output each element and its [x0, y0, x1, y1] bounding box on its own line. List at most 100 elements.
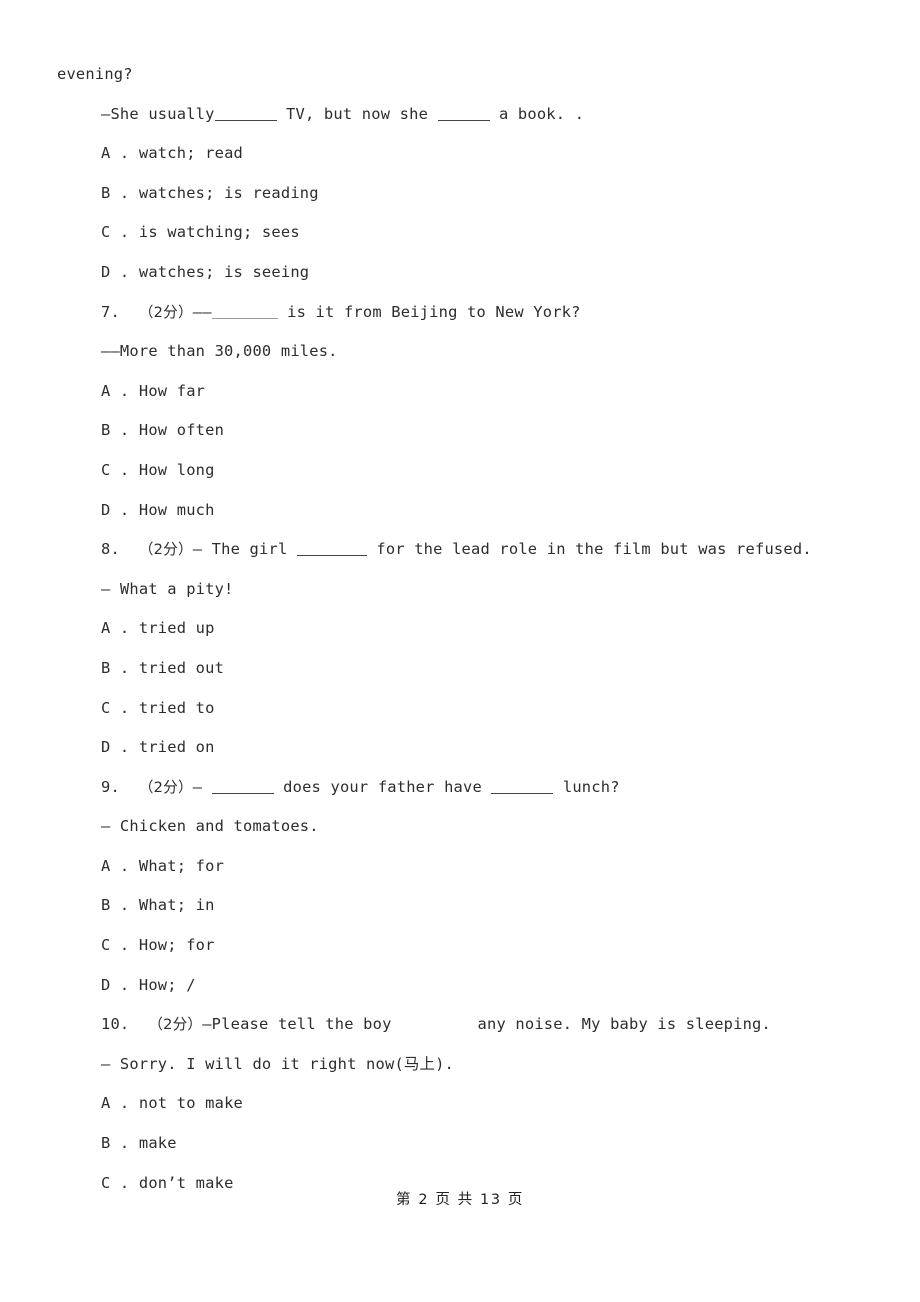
blank-field[interactable] [491, 778, 554, 794]
option-text: tried up [138, 619, 215, 638]
carryover-answer-mid: TV, but now she [276, 104, 438, 123]
option-separator: . [110, 896, 139, 915]
option-text: make [138, 1134, 177, 1153]
option-row[interactable]: A . watch; read [57, 134, 863, 174]
page-footer: 第 2 页 共 13 页 [0, 1188, 920, 1209]
exam-page: evening? —She usually TV, but now she a … [0, 0, 920, 1302]
option-text: How; / [138, 975, 196, 994]
option-row[interactable]: B . make [57, 1124, 863, 1164]
option-row[interactable]: D . How much [57, 491, 863, 531]
option-separator: . [110, 1094, 139, 1113]
question-stem-post: any noise. My baby is sleeping. [477, 1015, 771, 1034]
question-number: 7. [101, 302, 120, 321]
question-score: （2分） [148, 1016, 203, 1034]
option-row[interactable]: D . tried on [57, 728, 863, 768]
carryover-answer-line: —She usually TV, but now she a book. . [57, 95, 863, 135]
option-separator: . [110, 658, 139, 677]
answer-line-text: — Chicken and tomatoes. [101, 817, 319, 836]
option-text: watches; is reading [138, 183, 319, 202]
blank-field[interactable] [392, 1017, 478, 1032]
answer-line-text: — What a pity! [101, 579, 234, 598]
question-number: 10. [101, 1015, 130, 1034]
option-row[interactable]: B . How often [57, 411, 863, 451]
option-row[interactable]: B . What; in [57, 886, 863, 926]
question-stem-7: 7. （2分）—— is it from Beijing to New York… [57, 293, 863, 333]
option-row[interactable]: C . How long [57, 451, 863, 491]
option-text: is watching; sees [138, 223, 300, 242]
answer-line-text: — Sorry. I will do it right now(马上). [101, 1054, 455, 1073]
carryover-answer-pre: —She usually [101, 104, 215, 123]
option-separator: . [110, 183, 139, 202]
question-stem-pre: —— [192, 302, 212, 321]
question-answer-line-9: — Chicken and tomatoes. [57, 807, 863, 847]
option-row[interactable]: A . What; for [57, 847, 863, 887]
question-stem-mid: does your father have [273, 777, 492, 796]
blank-field[interactable] [211, 778, 274, 794]
blank-field[interactable] [437, 105, 490, 121]
page-number-label: 第 2 页 共 13 页 [396, 1192, 524, 1208]
question-stem-post: for the lead role in the film but was re… [366, 540, 812, 559]
carryover-answer-post: a book. . [489, 104, 585, 123]
question-number: 9. [101, 777, 120, 796]
question-stem-9: 9. （2分）— does your father have lunch? [57, 768, 863, 808]
option-row[interactable]: C . is watching; sees [57, 213, 863, 253]
question-stem-post: lunch? [553, 777, 620, 796]
option-separator: . [110, 936, 139, 955]
option-row[interactable]: C . tried to [57, 689, 863, 729]
option-separator: . [110, 975, 139, 994]
option-row[interactable]: A . not to make [57, 1084, 863, 1124]
option-row[interactable]: A . tried up [57, 609, 863, 649]
option-text: What; in [138, 896, 215, 915]
question-number: 8. [101, 540, 120, 559]
question-stem-pre: —Please tell the boy [202, 1015, 392, 1034]
question-stem-post: is it from Beijing to New York? [277, 302, 581, 321]
question-answer-line-7: ——More than 30,000 miles. [57, 332, 863, 372]
option-separator: . [110, 262, 139, 281]
question-stem-pre: — The girl [192, 540, 297, 559]
option-row[interactable]: B . watches; is reading [57, 174, 863, 214]
option-row[interactable]: A . How far [57, 372, 863, 412]
question-stem-8: 8. （2分）— The girl for the lead role in t… [57, 530, 863, 570]
option-text: tried out [138, 658, 225, 677]
option-text: tried on [138, 738, 215, 757]
option-text: What; for [138, 856, 225, 875]
question-score: （2分） [138, 778, 193, 796]
option-text: watch; read [138, 144, 244, 163]
option-text: How long [138, 460, 215, 479]
question-score: （2分） [138, 541, 193, 559]
option-separator: . [110, 738, 139, 757]
option-separator: . [110, 698, 139, 717]
question-stem-10: 10. （2分）—Please tell the boy any noise. M… [57, 1005, 863, 1045]
carryover-stem-tail: evening? [57, 55, 863, 95]
option-text: How much [138, 500, 215, 519]
question-stem-pre: — [192, 777, 212, 796]
question-answer-line-8: — What a pity! [57, 570, 863, 610]
option-text: How often [138, 421, 225, 440]
page-content: evening? —She usually TV, but now she a … [57, 55, 863, 1203]
option-separator: . [110, 381, 139, 400]
blank-field[interactable] [211, 303, 278, 319]
option-text: How far [138, 381, 206, 400]
option-row[interactable]: D . watches; is seeing [57, 253, 863, 293]
question-answer-line-10: — Sorry. I will do it right now(马上). [57, 1045, 863, 1085]
option-text: tried to [138, 698, 215, 717]
option-separator: . [110, 619, 139, 638]
option-text: How; for [138, 936, 215, 955]
answer-line-text: ——More than 30,000 miles. [101, 342, 338, 361]
option-separator: . [110, 856, 139, 875]
option-separator: . [110, 500, 139, 519]
option-row[interactable]: C . How; for [57, 926, 863, 966]
blank-field[interactable] [214, 105, 277, 121]
carryover-stem-tail-text: evening? [57, 65, 133, 83]
option-text: watches; is seeing [138, 262, 310, 281]
option-text: not to make [138, 1094, 244, 1113]
option-separator: . [110, 1134, 139, 1153]
option-separator: . [110, 421, 139, 440]
question-score: （2分） [138, 303, 193, 321]
option-row[interactable]: B . tried out [57, 649, 863, 689]
option-separator: . [110, 144, 139, 163]
option-separator: . [110, 460, 139, 479]
option-row[interactable]: D . How; / [57, 966, 863, 1006]
option-separator: . [110, 223, 139, 242]
blank-field[interactable] [296, 541, 367, 557]
